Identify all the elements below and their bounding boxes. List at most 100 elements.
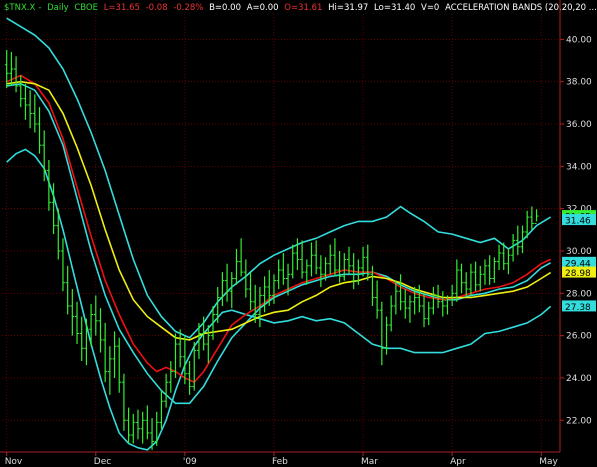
y-tick-label: 38.00 — [566, 78, 592, 88]
price-bar — [492, 257, 497, 283]
x-tick-label: Apr — [450, 457, 466, 467]
y-tick-label: 40.00 — [566, 35, 592, 45]
price-bar — [4, 49, 9, 89]
price-bar — [14, 56, 19, 93]
price-bar — [422, 293, 427, 328]
price-bar — [262, 276, 267, 313]
y-tick-label: 36.00 — [566, 120, 592, 130]
price-bar — [314, 240, 319, 275]
badge-ma-slow: 28.98 — [562, 266, 596, 279]
price-bar — [145, 405, 150, 440]
price-bar — [220, 272, 225, 306]
price-bar — [98, 308, 103, 353]
price-bar — [112, 331, 117, 378]
price-bar — [342, 253, 347, 281]
y-tick-label: 24.00 — [566, 374, 592, 384]
badge-value: 28.98 — [565, 269, 591, 279]
price-bar — [450, 284, 455, 306]
price-bar — [506, 248, 511, 275]
x-axis: Nov Dec '09 Feb Mar Apr May — [0, 451, 560, 467]
price-bar — [431, 286, 436, 315]
price-bar — [121, 373, 126, 431]
price-bar — [243, 259, 248, 298]
price-bar — [534, 209, 539, 224]
price-bar — [225, 263, 230, 302]
price-bar — [154, 411, 159, 446]
price-bar — [290, 244, 295, 279]
price-bar — [318, 255, 323, 287]
chart-window: $TNX.X - Daily CBOE L=31.65 -0.08 -0.28% … — [0, 0, 597, 467]
price-bar — [468, 263, 473, 296]
price-bar — [379, 301, 384, 366]
price-bar — [229, 272, 234, 309]
price-bar — [328, 244, 333, 275]
price-chart[interactable]: 22.0024.0026.0028.0030.0032.0034.0036.00… — [0, 0, 597, 467]
y-tick-label: 28.00 — [566, 289, 592, 299]
x-tick-label: Mar — [361, 457, 378, 467]
price-bar — [135, 409, 140, 440]
line-ma-fast — [6, 74, 551, 384]
price-bar — [407, 295, 412, 323]
y-tick-label: 22.00 — [566, 416, 592, 426]
price-bar — [295, 238, 300, 271]
price-bar — [375, 280, 380, 319]
price-bar — [84, 318, 89, 366]
price-bar — [276, 259, 281, 290]
price-bar — [487, 255, 492, 285]
price-bar — [309, 242, 314, 277]
price-bar — [37, 107, 42, 154]
price-bar — [79, 316, 84, 362]
price-bar — [454, 259, 459, 302]
price-bar — [365, 244, 370, 281]
price-bar — [529, 206, 534, 230]
x-tick-label: May — [539, 457, 558, 467]
price-bar — [389, 295, 394, 332]
y-tick-label: 26.00 — [566, 332, 592, 342]
price-bar — [23, 83, 28, 120]
price-bar — [426, 301, 431, 326]
price-bar — [65, 265, 70, 315]
price-bar — [239, 238, 244, 277]
price-bar — [131, 413, 136, 444]
badge-value: 27.38 — [565, 303, 591, 313]
badge-value: 31.46 — [565, 217, 591, 227]
price-bar — [140, 411, 145, 444]
price-bar — [417, 284, 422, 313]
price-bar — [173, 333, 178, 378]
price-bar — [164, 373, 169, 408]
x-tick-label: Feb — [272, 457, 288, 467]
line-ma-slow — [6, 80, 552, 341]
x-tick-label: Nov — [5, 457, 23, 467]
price-bar — [248, 272, 253, 311]
price-bar — [332, 238, 337, 277]
price-bar — [403, 289, 408, 319]
price-bar — [473, 261, 478, 292]
badge-upper-band-label: 31.46 — [562, 214, 596, 227]
x-tick-label: Dec — [94, 457, 111, 467]
price-bar — [478, 265, 483, 292]
price-bar — [159, 390, 164, 429]
price-bar — [93, 295, 98, 336]
price-bar — [107, 346, 112, 395]
price-bar — [482, 259, 487, 285]
price-bar — [75, 301, 80, 345]
x-tick-label: '09 — [183, 457, 197, 467]
price-bar — [28, 90, 33, 129]
price-bar — [18, 75, 23, 108]
price-bar — [60, 238, 65, 292]
price-bar — [497, 244, 502, 271]
price-bar — [515, 225, 520, 256]
y-tick-label: 30.00 — [566, 247, 592, 257]
price-bars — [4, 49, 539, 450]
price-bar — [398, 274, 403, 311]
line-lower-band — [6, 148, 552, 451]
line-middle-band — [6, 82, 551, 405]
band-lines — [6, 17, 552, 451]
price-bar — [281, 253, 286, 285]
price-bar — [70, 289, 75, 336]
price-bar — [32, 94, 37, 133]
price-bar — [234, 248, 239, 285]
y-tick-label: 34.00 — [566, 162, 592, 172]
price-bar — [117, 337, 122, 393]
price-bar — [168, 361, 173, 393]
